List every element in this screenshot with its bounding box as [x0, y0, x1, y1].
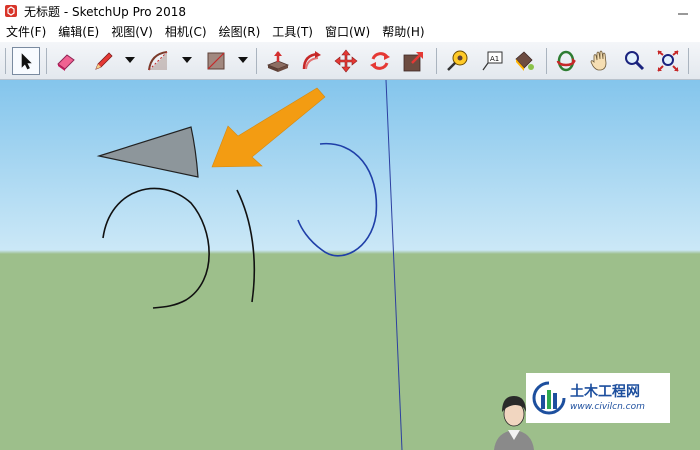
menu-file[interactable]: 文件(F) [0, 22, 52, 42]
move-icon [334, 49, 358, 73]
toolbar-grip[interactable] [5, 48, 6, 74]
rotate-icon [370, 52, 390, 70]
window-title: 无标题 - SketchUp Pro 2018 [24, 4, 186, 19]
blue-arc[interactable] [297, 142, 378, 257]
chevron-down-icon [238, 57, 248, 63]
pencil-line-icon [95, 52, 113, 70]
pencil-dropdown[interactable] [124, 54, 136, 66]
arc-dropdown[interactable] [181, 54, 193, 66]
rectangle-tool-button[interactable] [202, 47, 230, 75]
menu-window[interactable]: 窗口(W) [319, 22, 376, 42]
arc-icon [148, 51, 168, 71]
zoom-extents-tool-button[interactable] [654, 47, 682, 75]
title-bar: 无标题 - SketchUp Pro 2018 [0, 0, 700, 22]
text-tool-label: A1 [490, 55, 499, 63]
toolbar-separator [46, 48, 47, 74]
black-arc-middle[interactable] [236, 189, 256, 303]
civilcn-logo-icon [532, 381, 566, 415]
window-controls [666, 0, 700, 22]
push-pull-icon [266, 51, 290, 72]
text-label-icon: A1 [482, 51, 503, 71]
orbit-icon [556, 50, 576, 72]
zoom-icon [625, 51, 645, 71]
zoom-extents-icon [657, 50, 679, 72]
menu-camera[interactable]: 相机(C) [159, 22, 213, 42]
chevron-down-icon [182, 57, 192, 63]
drawing-canvas[interactable]: 土木工程网 www.civilcn.com [0, 80, 700, 450]
pencil-tool-button[interactable] [90, 47, 118, 75]
watermark: 土木工程网 www.civilcn.com [526, 373, 670, 423]
arc-tool-button[interactable] [144, 47, 172, 75]
paint-bucket-icon [515, 51, 534, 71]
menu-view[interactable]: 视图(V) [105, 22, 159, 42]
tape-measure-tool-button[interactable] [444, 47, 472, 75]
toolbar-separator [688, 48, 689, 74]
minimize-icon [678, 13, 688, 15]
watermark-url: www.civilcn.com [570, 401, 645, 412]
black-arc-left[interactable] [102, 187, 210, 309]
text-tool-button[interactable]: A1 [478, 47, 506, 75]
main-toolbar: A1 [0, 42, 700, 80]
toolbar-separator [436, 48, 437, 74]
zoom-tool-button[interactable] [620, 47, 648, 75]
rotate-tool-button[interactable] [366, 47, 394, 75]
pan-tool-button[interactable] [586, 47, 614, 75]
move-tool-button[interactable] [332, 47, 360, 75]
sketchup-app-icon[interactable] [4, 4, 18, 18]
follow-me-tool-button[interactable] [298, 47, 326, 75]
paint-bucket-tool-button[interactable] [510, 47, 538, 75]
menu-help[interactable]: 帮助(H) [376, 22, 430, 42]
watermark-title: 土木工程网 [570, 383, 640, 400]
follow-me-icon [302, 51, 321, 70]
scale-tool-button[interactable] [400, 47, 428, 75]
rectangle-icon [207, 52, 225, 70]
menu-tools[interactable]: 工具(T) [266, 22, 319, 42]
gray-cone-face[interactable] [96, 126, 199, 178]
menu-draw[interactable]: 绘图(R) [213, 22, 267, 42]
toolbar-separator [256, 48, 257, 74]
select-icon [21, 53, 32, 70]
watermark-text: 土木工程网 www.civilcn.com [570, 384, 645, 413]
menu-bar: 文件(F) 编辑(E) 视图(V) 相机(C) 绘图(R) 工具(T) 窗口(W… [0, 22, 700, 42]
eraser-tool-button[interactable] [52, 47, 80, 75]
chevron-down-icon [125, 57, 135, 63]
tape-measure-icon [447, 50, 468, 71]
menu-edit[interactable]: 编辑(E) [52, 22, 105, 42]
pan-icon [590, 50, 607, 71]
push-pull-tool-button[interactable] [264, 47, 292, 75]
scale-icon [403, 52, 423, 72]
orbit-tool-button[interactable] [552, 47, 580, 75]
rectangle-dropdown[interactable] [237, 54, 249, 66]
select-tool-button[interactable] [12, 47, 40, 75]
eraser-icon [57, 54, 75, 71]
minimize-button[interactable] [666, 0, 700, 22]
blue-axis-line [385, 80, 403, 450]
annotation-arrow [211, 87, 326, 168]
toolbar-separator [546, 48, 547, 74]
